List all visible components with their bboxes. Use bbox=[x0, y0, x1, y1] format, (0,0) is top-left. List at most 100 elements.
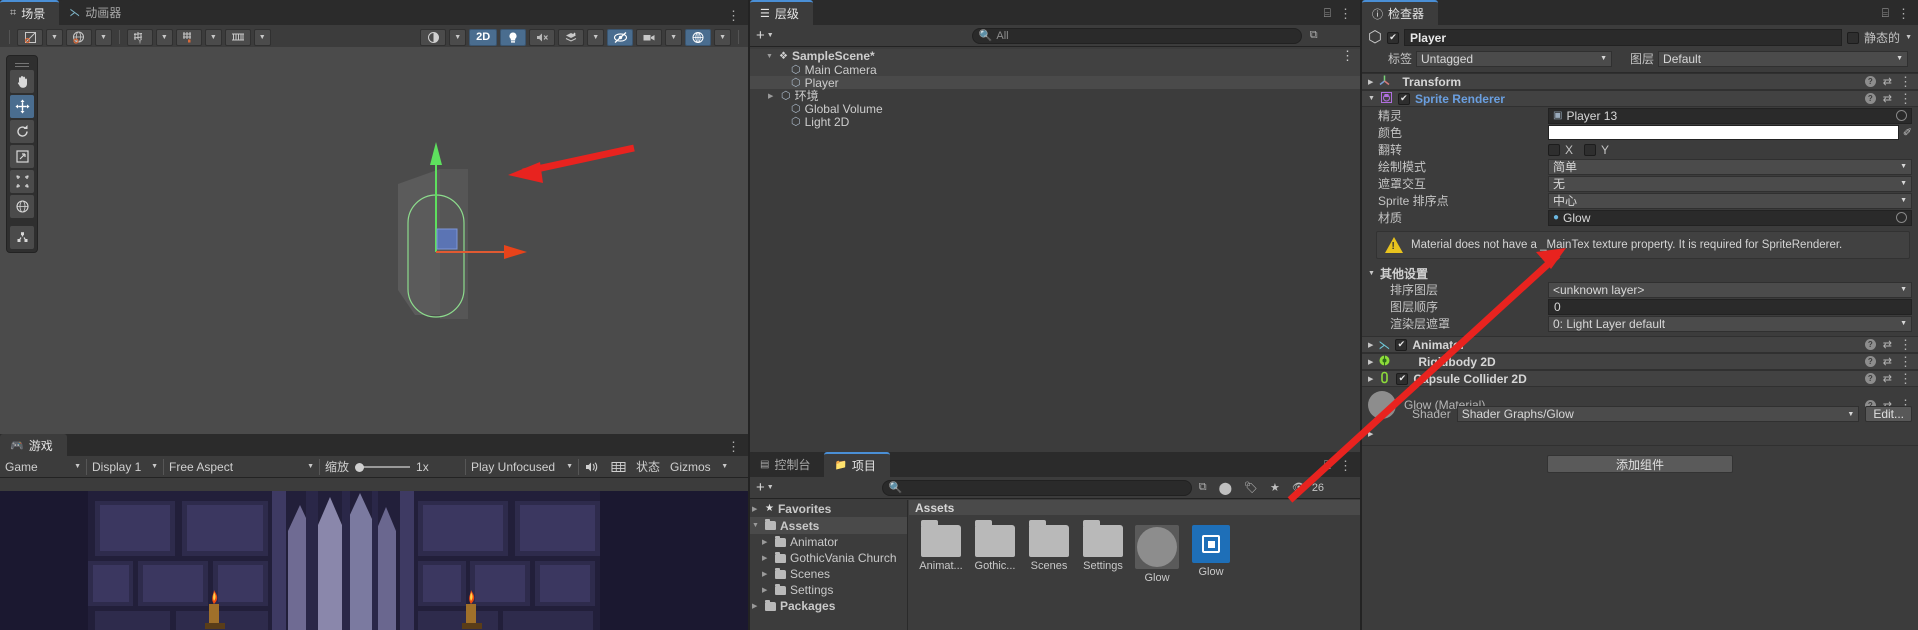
pivot-rotation-button[interactable] bbox=[65, 28, 92, 46]
project-tree-packages[interactable]: ▶ Packages bbox=[750, 598, 907, 614]
hierarchy-item-samplescene[interactable]: ▼ ❖ SampleScene* ⋮ bbox=[750, 49, 1360, 63]
game-stats-toggle[interactable]: 状态 bbox=[631, 458, 665, 476]
game-viewport[interactable] bbox=[0, 491, 748, 630]
project-search-input[interactable]: 🔍 bbox=[881, 479, 1192, 496]
layer-dropdown[interactable]: Default ▼ bbox=[1658, 50, 1908, 67]
component-header-transform[interactable]: ▶ Transform ? ⇄ ⋮ bbox=[1362, 73, 1918, 90]
tag-dropdown[interactable]: Untagged ▼ bbox=[1416, 50, 1613, 67]
camera-dropdown[interactable]: ▼ bbox=[665, 28, 683, 46]
help-icon[interactable]: ? bbox=[1864, 76, 1876, 87]
chevron-down-icon[interactable]: ▼ bbox=[1368, 95, 1375, 102]
rendering-layer-mask-dropdown[interactable]: 0: Light Layer default ▼ bbox=[1548, 315, 1912, 332]
grid-visibility-icon[interactable]: Y bbox=[126, 28, 153, 46]
scene-context-kebab[interactable]: ⋮ bbox=[1341, 49, 1354, 62]
hierarchy-item-light2d[interactable]: ⬡ Light 2D bbox=[750, 115, 1360, 129]
chevron-right-icon[interactable]: ▶ bbox=[1368, 78, 1373, 86]
lighting-toggle-icon[interactable] bbox=[500, 28, 527, 46]
component-kebab[interactable]: ⋮ bbox=[1899, 338, 1912, 351]
project-tree-scenes[interactable]: ▶ Scenes bbox=[750, 566, 907, 582]
preset-icon[interactable]: ⇄ bbox=[1883, 355, 1892, 368]
grid-snap-icon[interactable] bbox=[175, 28, 202, 46]
scene-menu-kebab[interactable]: ⋮ bbox=[727, 9, 740, 22]
pivot-mode-button[interactable] bbox=[17, 28, 43, 46]
toggle-2d-button[interactable]: 2D bbox=[469, 28, 498, 46]
order-in-layer-input[interactable]: 0 bbox=[1548, 298, 1912, 315]
hierarchy-search-input[interactable]: 🔍 All bbox=[971, 27, 1302, 44]
hierarchy-item-main-camera[interactable]: ⬡ Main Camera bbox=[750, 63, 1360, 77]
component-kebab[interactable]: ⋮ bbox=[1899, 75, 1912, 88]
asset-item-settings[interactable]: Settings bbox=[1079, 520, 1127, 584]
project-tree-favorites[interactable]: ▶ ★ Favorites bbox=[750, 500, 907, 517]
asset-item-scenes[interactable]: Scenes bbox=[1025, 520, 1073, 584]
shading-mode-dropdown[interactable]: ▼ bbox=[449, 28, 467, 46]
component-header-animator[interactable]: ▶ ⋋ ✔ Animator ? ⇄ ⋮ bbox=[1362, 336, 1918, 353]
chevron-down-icon[interactable]: ▼ bbox=[766, 53, 775, 60]
tab-inspector[interactable]: ⓘ 检查器 bbox=[1362, 0, 1439, 25]
filter-by-type-icon[interactable]: ⬤ bbox=[1219, 481, 1232, 495]
chevron-right-icon[interactable]: ▶ bbox=[762, 570, 771, 578]
chevron-down-icon[interactable]: ▼ bbox=[1368, 270, 1375, 277]
additional-settings-foldout[interactable]: ▼ 其他设置 bbox=[1362, 265, 1918, 281]
chevron-right-icon[interactable]: ▶ bbox=[768, 92, 777, 100]
component-kebab[interactable]: ⋮ bbox=[1899, 92, 1912, 105]
game-play-mode-dropdown[interactable]: Play Unfocused ▼ bbox=[466, 458, 578, 476]
gizmos-toggle-icon[interactable] bbox=[685, 28, 712, 46]
tab-console[interactable]: ▤ 控制台 bbox=[750, 452, 825, 477]
favorites-star-icon[interactable]: ★ bbox=[1270, 481, 1280, 494]
pivot-mode-dropdown[interactable]: ▼ bbox=[46, 28, 63, 46]
inspector-menu-kebab[interactable]: ⋮ bbox=[1897, 7, 1910, 20]
flip-y-checkbox[interactable] bbox=[1584, 143, 1597, 156]
project-add-button[interactable]: + ▼ bbox=[756, 479, 774, 496]
sorting-layer-dropdown[interactable]: <unknown layer> ▼ bbox=[1548, 281, 1912, 298]
asset-item-gothicvania[interactable]: Gothic... bbox=[971, 520, 1019, 584]
rotate-tool-button[interactable] bbox=[10, 120, 34, 143]
chevron-right-icon[interactable]: ▶ bbox=[1368, 358, 1373, 366]
component-kebab[interactable]: ⋮ bbox=[1899, 372, 1912, 385]
chevron-right-icon[interactable]: ▶ bbox=[1368, 341, 1373, 349]
asset-item-animator[interactable]: Animat... bbox=[917, 520, 965, 584]
custom-tool-button[interactable] bbox=[10, 226, 34, 249]
hierarchy-add-button[interactable]: + ▼ bbox=[756, 27, 774, 44]
material-object-field[interactable]: ● Glow bbox=[1548, 209, 1912, 226]
sprite-renderer-enabled-checkbox[interactable]: ✔ bbox=[1397, 92, 1410, 105]
transform-tool-button[interactable] bbox=[10, 195, 34, 218]
tab-scene[interactable]: ⌗ 场景 bbox=[0, 0, 60, 25]
scene-viewport[interactable] bbox=[0, 47, 748, 434]
hierarchy-search-expand-icon[interactable]: ⧉ bbox=[1310, 29, 1318, 42]
visibility-off-icon[interactable] bbox=[607, 28, 634, 46]
lock-icon[interactable]: ⌸ bbox=[1324, 6, 1331, 21]
scale-slider-track[interactable] bbox=[355, 462, 411, 472]
effects-dropdown[interactable]: ▼ bbox=[587, 28, 605, 46]
hierarchy-item-global-volume[interactable]: ⬡ Global Volume bbox=[750, 102, 1360, 116]
material-expand-arrow[interactable]: ▶ bbox=[1368, 425, 1912, 439]
snap-increment-icon[interactable] bbox=[224, 28, 251, 46]
component-header-capsule-collider2d[interactable]: ▶ ✔ Capsule Collider 2D ? ⇄ ⋮ bbox=[1362, 370, 1918, 387]
hierarchy-item-player[interactable]: ⬡ Player bbox=[750, 76, 1360, 90]
hand-tool-button[interactable] bbox=[10, 70, 34, 93]
mask-interaction-dropdown[interactable]: 无 ▼ bbox=[1548, 175, 1912, 192]
static-checkbox[interactable] bbox=[1847, 31, 1860, 44]
add-component-button[interactable]: 添加组件 bbox=[1547, 455, 1733, 473]
asset-item-glow-material[interactable]: Glow bbox=[1133, 525, 1181, 584]
sprite-object-field[interactable]: ▣ Player 13 bbox=[1548, 107, 1912, 124]
grid-snap-dropdown[interactable]: ▼ bbox=[204, 28, 222, 46]
help-icon[interactable]: ? bbox=[1864, 356, 1876, 367]
component-header-rigidbody2d[interactable]: ▶ Rigidbody 2D ? ⇄ ⋮ bbox=[1362, 353, 1918, 370]
project-tree-settings[interactable]: ▶ Settings bbox=[750, 582, 907, 598]
project-tree-animator[interactable]: ▶ Animator bbox=[750, 534, 907, 550]
game-gizmos-toggle[interactable]: Gizmos bbox=[665, 458, 716, 476]
static-dropdown-icon[interactable]: ▼ bbox=[1905, 34, 1912, 41]
help-icon[interactable]: ? bbox=[1864, 339, 1876, 350]
project-tree-assets[interactable]: ▼ Assets bbox=[750, 517, 907, 534]
chevron-right-icon[interactable]: ▶ bbox=[762, 554, 771, 562]
preset-icon[interactable]: ⇄ bbox=[1883, 92, 1892, 105]
effects-toggle-icon[interactable] bbox=[558, 28, 585, 46]
preset-icon[interactable]: ⇄ bbox=[1883, 75, 1892, 88]
chevron-right-icon[interactable]: ▶ bbox=[762, 538, 771, 546]
scale-tool-button[interactable] bbox=[10, 145, 34, 168]
preset-icon[interactable]: ⇄ bbox=[1883, 338, 1892, 351]
draw-mode-dropdown[interactable]: 简单 ▼ bbox=[1548, 158, 1912, 175]
game-scale-slider[interactable]: 缩放 1x bbox=[320, 458, 465, 476]
shading-mode-button[interactable] bbox=[420, 28, 447, 46]
tab-game[interactable]: 🎮 游戏 bbox=[0, 434, 67, 456]
